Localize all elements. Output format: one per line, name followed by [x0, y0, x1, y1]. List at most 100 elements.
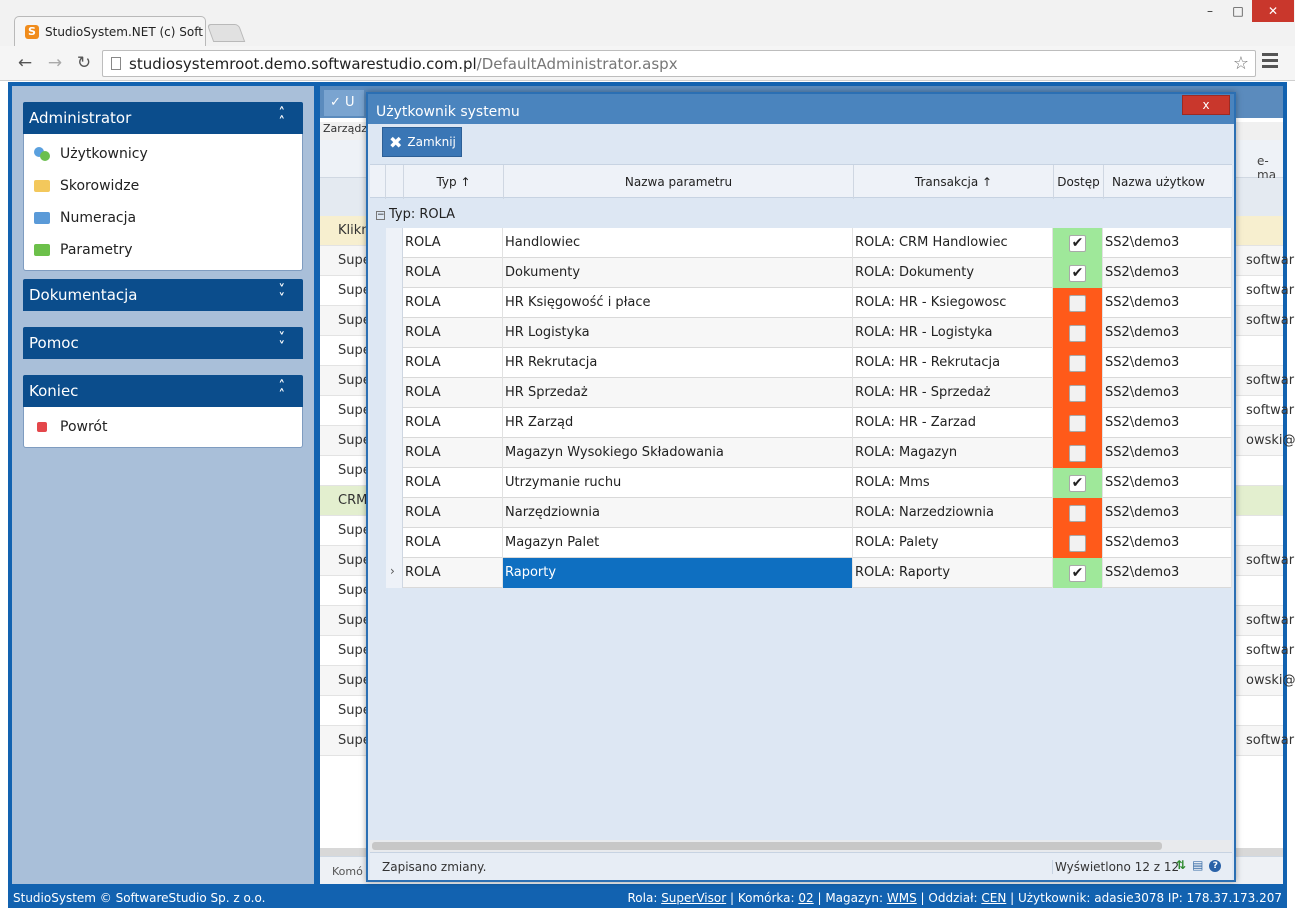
- cell-typ[interactable]: ROLA: [403, 228, 503, 258]
- cell-nazwa-uzytkownika[interactable]: SS2\demo3: [1103, 408, 1232, 438]
- address-bar[interactable]: studiosystemroot.demo.softwarestudio.com…: [102, 50, 1256, 77]
- sidebar-item-numeracja[interactable]: Numeracja: [24, 202, 302, 234]
- forward-arrow-icon[interactable]: →: [44, 52, 66, 74]
- dostep-checkbox[interactable]: [1069, 354, 1086, 372]
- cell-nazwa-uzytkownika[interactable]: SS2\demo3: [1103, 288, 1232, 318]
- row-indicator[interactable]: [386, 468, 403, 498]
- cell-nazwa-uzytkownika[interactable]: SS2\demo3: [1103, 438, 1232, 468]
- collapse-chevron-up-icon[interactable]: ˄ ˄: [279, 107, 285, 129]
- row-indicator[interactable]: [386, 348, 403, 378]
- dostep-checkbox[interactable]: ✔: [1069, 264, 1086, 282]
- zamknij-button[interactable]: ✖ Zamknij: [382, 127, 462, 157]
- cell-nazwa-parametru[interactable]: Magazyn Wysokiego Składowania: [503, 438, 853, 468]
- cell-nazwa-uzytkownika[interactable]: SS2\demo3: [1103, 558, 1232, 588]
- table-row[interactable]: ROLA Magazyn Wysokiego Składowania ROLA: M…: [386, 438, 1232, 468]
- cell-nazwa-parametru[interactable]: Handlowiec: [503, 228, 853, 258]
- table-row[interactable]: ROLA HR Rekrutacja ROLA: HR - Rekrutacja SS…: [386, 348, 1232, 378]
- cell-nazwa-uzytkownika[interactable]: SS2\demo3: [1103, 498, 1232, 528]
- background-tab[interactable]: ✓ U: [324, 90, 364, 116]
- cell-transakcja[interactable]: ROLA: HR - Sprzedaż: [853, 378, 1053, 408]
- table-row[interactable]: ROLA Dokumenty ROLA: Dokumenty ✔ SS2\demo3: [386, 258, 1232, 288]
- row-indicator[interactable]: [386, 498, 403, 528]
- cell-nazwa-parametru[interactable]: Dokumenty: [503, 258, 853, 288]
- table-row[interactable]: ROLA Handlowiec ROLA: CRM Handlowiec ✔ SS2\d…: [386, 228, 1232, 258]
- cell-nazwa-uzytkownika[interactable]: SS2\demo3: [1103, 258, 1232, 288]
- cell-transakcja[interactable]: ROLA: HR - Logistyka: [853, 318, 1053, 348]
- window-maximize-button[interactable]: □: [1224, 0, 1252, 22]
- dostep-checkbox[interactable]: [1069, 414, 1086, 432]
- cell-transakcja[interactable]: ROLA: Palety: [853, 528, 1053, 558]
- cell-transakcja[interactable]: ROLA: Raporty: [853, 558, 1053, 588]
- refresh-icon[interactable]: ⇅: [1176, 858, 1186, 872]
- sidebar-item-parametry[interactable]: Parametry: [24, 234, 302, 266]
- dostep-checkbox[interactable]: [1069, 444, 1086, 462]
- cell-typ[interactable]: ROLA: [403, 498, 503, 528]
- window-minimize-button[interactable]: –: [1196, 0, 1224, 22]
- dostep-checkbox[interactable]: [1069, 504, 1086, 522]
- dostep-checkbox[interactable]: ✔: [1069, 474, 1086, 492]
- dostep-checkbox[interactable]: [1069, 534, 1086, 552]
- panel-header-dokumentacja[interactable]: Dokumentacja ˅ ˅: [23, 279, 303, 311]
- group-collapse-icon[interactable]: −: [376, 211, 385, 220]
- row-indicator[interactable]: [386, 378, 403, 408]
- cell-typ[interactable]: ROLA: [403, 348, 503, 378]
- back-arrow-icon[interactable]: ←: [14, 52, 36, 74]
- modal-hscrollbar[interactable]: [370, 840, 1232, 852]
- table-row[interactable]: › ROLA Raporty ROLA: Raporty ✔ SS2\demo3: [386, 558, 1232, 588]
- cell-typ[interactable]: ROLA: [403, 318, 503, 348]
- panel-header-administrator[interactable]: Administrator ˄ ˄: [23, 102, 303, 134]
- row-indicator[interactable]: [386, 438, 403, 468]
- panel-header-pomoc[interactable]: Pomoc ˅ ˅: [23, 327, 303, 359]
- row-indicator[interactable]: [386, 408, 403, 438]
- row-indicator[interactable]: [386, 228, 403, 258]
- modal-close-button[interactable]: x: [1182, 95, 1230, 115]
- cell-transakcja[interactable]: ROLA: Dokumenty: [853, 258, 1053, 288]
- export-icon[interactable]: ▤: [1192, 858, 1203, 872]
- reload-icon[interactable]: ↻: [73, 52, 95, 74]
- rola-link[interactable]: SuperVisor: [661, 891, 726, 905]
- cell-transakcja[interactable]: ROLA: HR - Ksiegowosc: [853, 288, 1053, 318]
- help-icon[interactable]: ?: [1209, 860, 1222, 872]
- cell-nazwa-uzytkownika[interactable]: SS2\demo3: [1103, 228, 1232, 258]
- collapse-chevron-up-icon[interactable]: ˄ ˄: [279, 380, 285, 402]
- sidebar-item-uzytkownicy[interactable]: Użytkownicy: [24, 138, 302, 170]
- cell-typ[interactable]: ROLA: [403, 288, 503, 318]
- cell-nazwa-uzytkownika[interactable]: SS2\demo3: [1103, 468, 1232, 498]
- cell-transakcja[interactable]: ROLA: Magazyn: [853, 438, 1053, 468]
- table-row[interactable]: ROLA Narzędziownia ROLA: Narzedziownia SS2\…: [386, 498, 1232, 528]
- column-header-nazwa-parametru[interactable]: Nazwa parametru: [504, 165, 854, 199]
- cell-transakcja[interactable]: ROLA: CRM Handlowiec: [853, 228, 1053, 258]
- expand-chevron-down-icon[interactable]: ˅ ˅: [279, 284, 285, 306]
- dostep-checkbox[interactable]: ✔: [1069, 564, 1086, 582]
- cell-nazwa-parametru[interactable]: HR Sprzedaż: [503, 378, 853, 408]
- window-close-button[interactable]: ✕: [1252, 0, 1294, 22]
- new-tab-button[interactable]: [206, 24, 246, 42]
- cell-nazwa-uzytkownika[interactable]: SS2\demo3: [1103, 528, 1232, 558]
- panel-header-koniec[interactable]: Koniec ˄ ˄: [23, 375, 303, 407]
- row-indicator[interactable]: [386, 318, 403, 348]
- row-indicator[interactable]: [386, 288, 403, 318]
- row-indicator[interactable]: ›: [386, 558, 403, 588]
- cell-typ[interactable]: ROLA: [403, 528, 503, 558]
- dostep-checkbox[interactable]: ✔: [1069, 234, 1086, 252]
- cell-transakcja[interactable]: ROLA: HR - Zarzad: [853, 408, 1053, 438]
- table-row[interactable]: ROLA HR Zarząd ROLA: HR - Zarzad SS2\demo3: [386, 408, 1232, 438]
- row-indicator[interactable]: [386, 258, 403, 288]
- dostep-checkbox[interactable]: [1069, 294, 1086, 312]
- bookmark-star-icon[interactable]: ☆: [1233, 53, 1249, 74]
- dostep-checkbox[interactable]: [1069, 384, 1086, 402]
- oddzial-link[interactable]: CEN: [981, 891, 1006, 905]
- cell-typ[interactable]: ROLA: [403, 408, 503, 438]
- expand-chevron-down-icon[interactable]: ˅ ˅: [279, 332, 285, 354]
- cell-nazwa-parametru[interactable]: HR Księgowość i płace: [503, 288, 853, 318]
- table-row[interactable]: ROLA HR Sprzedaż ROLA: HR - Sprzedaż SS2\de…: [386, 378, 1232, 408]
- magazyn-link[interactable]: WMS: [887, 891, 917, 905]
- cell-nazwa-uzytkownika[interactable]: SS2\demo3: [1103, 318, 1232, 348]
- cell-typ[interactable]: ROLA: [403, 378, 503, 408]
- cell-typ[interactable]: ROLA: [403, 258, 503, 288]
- table-row[interactable]: ROLA HR Księgowość i płace ROLA: HR - Ksie…: [386, 288, 1232, 318]
- cell-nazwa-parametru[interactable]: HR Rekrutacja: [503, 348, 853, 378]
- browser-tab[interactable]: S StudioSystem.NET (c) Soft: [14, 16, 206, 46]
- cell-typ[interactable]: ROLA: [403, 468, 503, 498]
- column-header-nazwa-uzytkownika[interactable]: Nazwa użytkow: [1104, 165, 1232, 199]
